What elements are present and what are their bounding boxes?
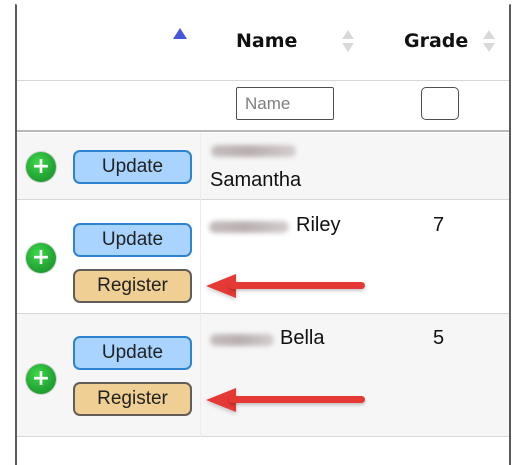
student-grade-screen: Name Grade + Update Samantha + Update Re… — [0, 0, 522, 465]
arrow-left-icon — [206, 272, 366, 300]
arrow-shaft — [229, 282, 365, 289]
sort-up-icon[interactable] — [173, 28, 187, 39]
student-grade: 7 — [433, 214, 445, 236]
name-filter-input[interactable] — [236, 87, 334, 120]
plus-circle-icon[interactable]: + — [26, 152, 56, 182]
arrow-left-icon — [206, 386, 366, 414]
register-button[interactable]: Register — [73, 382, 192, 416]
update-button[interactable]: Update — [73, 150, 192, 184]
student-first-name: Samantha — [210, 169, 302, 191]
redacted-last-name — [210, 334, 274, 346]
student-first-name: Riley — [296, 214, 341, 236]
redacted-last-name — [211, 145, 296, 157]
student-grade: 5 — [433, 327, 445, 349]
arrow-shaft — [229, 396, 365, 403]
grade-sort-icon[interactable] — [483, 28, 495, 56]
name-column-header[interactable]: Name — [236, 30, 297, 52]
name-sort-icon[interactable] — [342, 28, 354, 56]
grade-filter-checkbox[interactable] — [421, 87, 459, 120]
plus-circle-icon[interactable]: + — [26, 243, 56, 273]
column-divider — [200, 133, 201, 437]
redacted-last-name — [209, 221, 289, 233]
register-button[interactable]: Register — [73, 269, 192, 303]
plus-circle-icon[interactable]: + — [26, 364, 56, 394]
update-button[interactable]: Update — [73, 223, 192, 257]
grade-column-header[interactable]: Grade — [404, 30, 468, 52]
update-button[interactable]: Update — [73, 336, 192, 370]
student-first-name: Bella — [280, 327, 325, 349]
